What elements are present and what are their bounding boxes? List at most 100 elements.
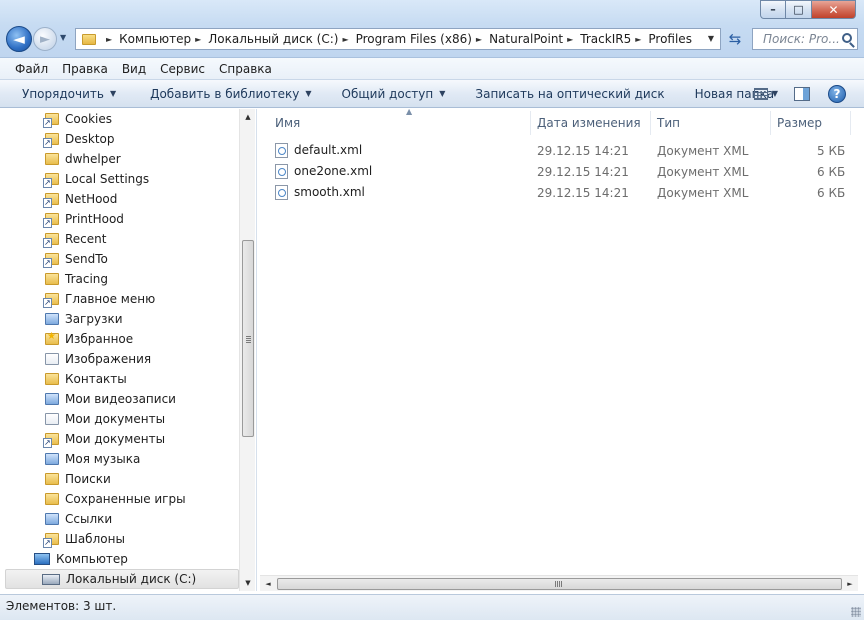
tree-item[interactable]: Мои документы [43,429,165,449]
scrollbar-thumb[interactable] [242,240,254,437]
column-header-type[interactable]: Тип [651,111,771,135]
tree-item-label: Контакты [65,372,127,386]
help-glyph: ? [833,86,841,101]
recent-pages-button[interactable]: ▼ [60,33,66,42]
scroll-up-button[interactable]: ▲ [240,109,256,125]
tree-item-computer[interactable]: Компьютер [34,549,128,569]
breadcrumb-computer[interactable]: Компьютер [119,32,191,46]
tree-item[interactable]: Сохраненные игры [45,489,186,509]
resize-grip-icon[interactable] [851,607,861,617]
close-icon: ✕ [828,2,839,17]
breadcrumb-trackir5[interactable]: TrackIR5 [580,32,631,46]
breadcrumb-separator-icon[interactable]: ► [635,35,641,44]
back-arrow-icon: ◄ [13,30,25,48]
tree-item[interactable]: Recent [43,229,106,249]
tree-item[interactable]: SendTo [43,249,108,269]
file-size: 5 КБ [817,144,846,158]
documents-folder-icon [45,413,59,425]
tree-item[interactable]: Ссылки [45,509,112,529]
tree-item-label: Сохраненные игры [65,492,186,506]
tree-item-label: Компьютер [56,552,128,566]
command-bar: Упорядочить ▼ Добавить в библиотеку ▼ Общи… [0,80,864,108]
search-icon[interactable] [842,33,852,43]
tree-item[interactable]: Поиски [45,469,111,489]
close-button[interactable]: ✕ [812,0,856,19]
address-dropdown-icon[interactable]: ▼ [708,34,714,43]
breadcrumb-separator-icon[interactable]: ► [342,35,348,44]
tree-item[interactable]: Мои документы [45,409,165,429]
tree-item[interactable]: Desktop [43,129,115,149]
tree-item[interactable]: NetHood [43,189,117,209]
scroll-down-button[interactable]: ▼ [240,575,256,591]
tree-item[interactable]: Шаблоны [43,529,125,549]
tree-item[interactable]: Изображения [45,349,151,369]
tree-item[interactable]: Моя музыка [45,449,140,469]
breadcrumb-naturalpoint[interactable]: NaturalPoint [489,32,563,46]
menu-view[interactable]: Вид [115,62,153,76]
tree-item[interactable]: Главное меню [43,289,155,309]
menu-tools[interactable]: Сервис [153,62,212,76]
organize-button[interactable]: Упорядочить ▼ [0,87,130,101]
tree-item[interactable]: dwhelper [45,149,121,169]
tree-item[interactable]: Tracing [45,269,108,289]
file-list-scrollbar[interactable]: ◄ ► [260,575,858,591]
view-options-chevron-icon[interactable]: ▼ [772,89,778,98]
file-row[interactable]: smooth.xml [275,182,365,202]
maximize-icon: □ [793,3,804,16]
item-count: Элементов: 3 шт. [6,599,117,613]
breadcrumb-separator-icon[interactable]: ► [476,35,482,44]
preview-pane-icon[interactable] [794,86,810,101]
breadcrumb-separator-icon[interactable]: ► [567,35,573,44]
scroll-down-icon: ▼ [245,579,251,587]
column-header-name[interactable]: Имя ▲ [269,107,531,135]
computer-icon [34,553,50,565]
file-row[interactable]: one2one.xml [275,161,372,181]
minimize-button[interactable]: – [760,0,786,19]
tree-item[interactable]: Cookies [43,109,112,129]
breadcrumb-separator-icon[interactable]: ► [195,35,201,44]
address-bar[interactable]: ► Компьютер ► Локальный диск (C:) ► Prog… [75,28,721,50]
chevron-down-icon: ▼ [109,89,117,98]
forward-button[interactable]: ► [33,27,57,51]
scrollbar-thumb[interactable] [277,578,842,590]
breadcrumb-profiles[interactable]: Profiles [648,32,692,46]
folder-link-icon [43,213,59,228]
add-to-library-button[interactable]: Добавить в библиотеку ▼ [130,87,325,101]
tree-item-label: Ссылки [65,512,113,526]
folder-link-icon [43,433,59,448]
view-tools: ▼ ? [753,80,864,107]
share-button[interactable]: Общий доступ ▼ [326,87,460,101]
breadcrumb-separator-icon[interactable]: ► [106,35,112,44]
change-view-icon[interactable] [753,87,768,100]
menu-help[interactable]: Справка [212,62,279,76]
tree-item[interactable]: Контакты [45,369,127,389]
search-input[interactable]: Поиск: Pro... [752,28,858,50]
tree-scrollbar[interactable]: ▲ ▼ [239,109,255,591]
tree-item-label: Desktop [65,132,115,146]
file-row[interactable]: default.xml [275,140,362,160]
tree-item[interactable]: Local Settings [43,169,149,189]
back-button[interactable]: ◄ [6,26,32,52]
scroll-right-button[interactable]: ► [842,576,858,592]
favorites-folder-icon [45,331,59,345]
breadcrumb-program-files[interactable]: Program Files (x86) [356,32,472,46]
breadcrumb-local-disk[interactable]: Локальный диск (C:) [208,32,338,46]
file-list: Имя ▲ Дата изменения Тип Размер default.… [258,107,860,591]
maximize-button[interactable]: □ [786,0,812,19]
status-bar: Элементов: 3 шт. [0,594,864,620]
refresh-button[interactable]: ⇆ [723,28,747,50]
burn-button[interactable]: Записать на оптический диск [459,87,678,101]
menu-file[interactable]: Файл [8,62,55,76]
column-header-date[interactable]: Дата изменения [531,111,651,135]
tree-item[interactable]: PrintHood [43,209,124,229]
tree-item-label: Локальный диск (C:) [66,572,197,586]
tree-item[interactable]: Избранное [45,329,133,349]
scroll-left-button[interactable]: ◄ [260,576,276,592]
tree-item[interactable]: Загрузки [45,309,123,329]
help-icon[interactable]: ? [828,84,846,103]
column-header-size[interactable]: Размер [771,111,851,135]
tree-item[interactable]: Мои видеозаписи [45,389,176,409]
tree-item-local-disk[interactable]: Локальный диск (C:) [5,569,239,589]
folder-link-icon [43,233,59,248]
menu-edit[interactable]: Правка [55,62,115,76]
